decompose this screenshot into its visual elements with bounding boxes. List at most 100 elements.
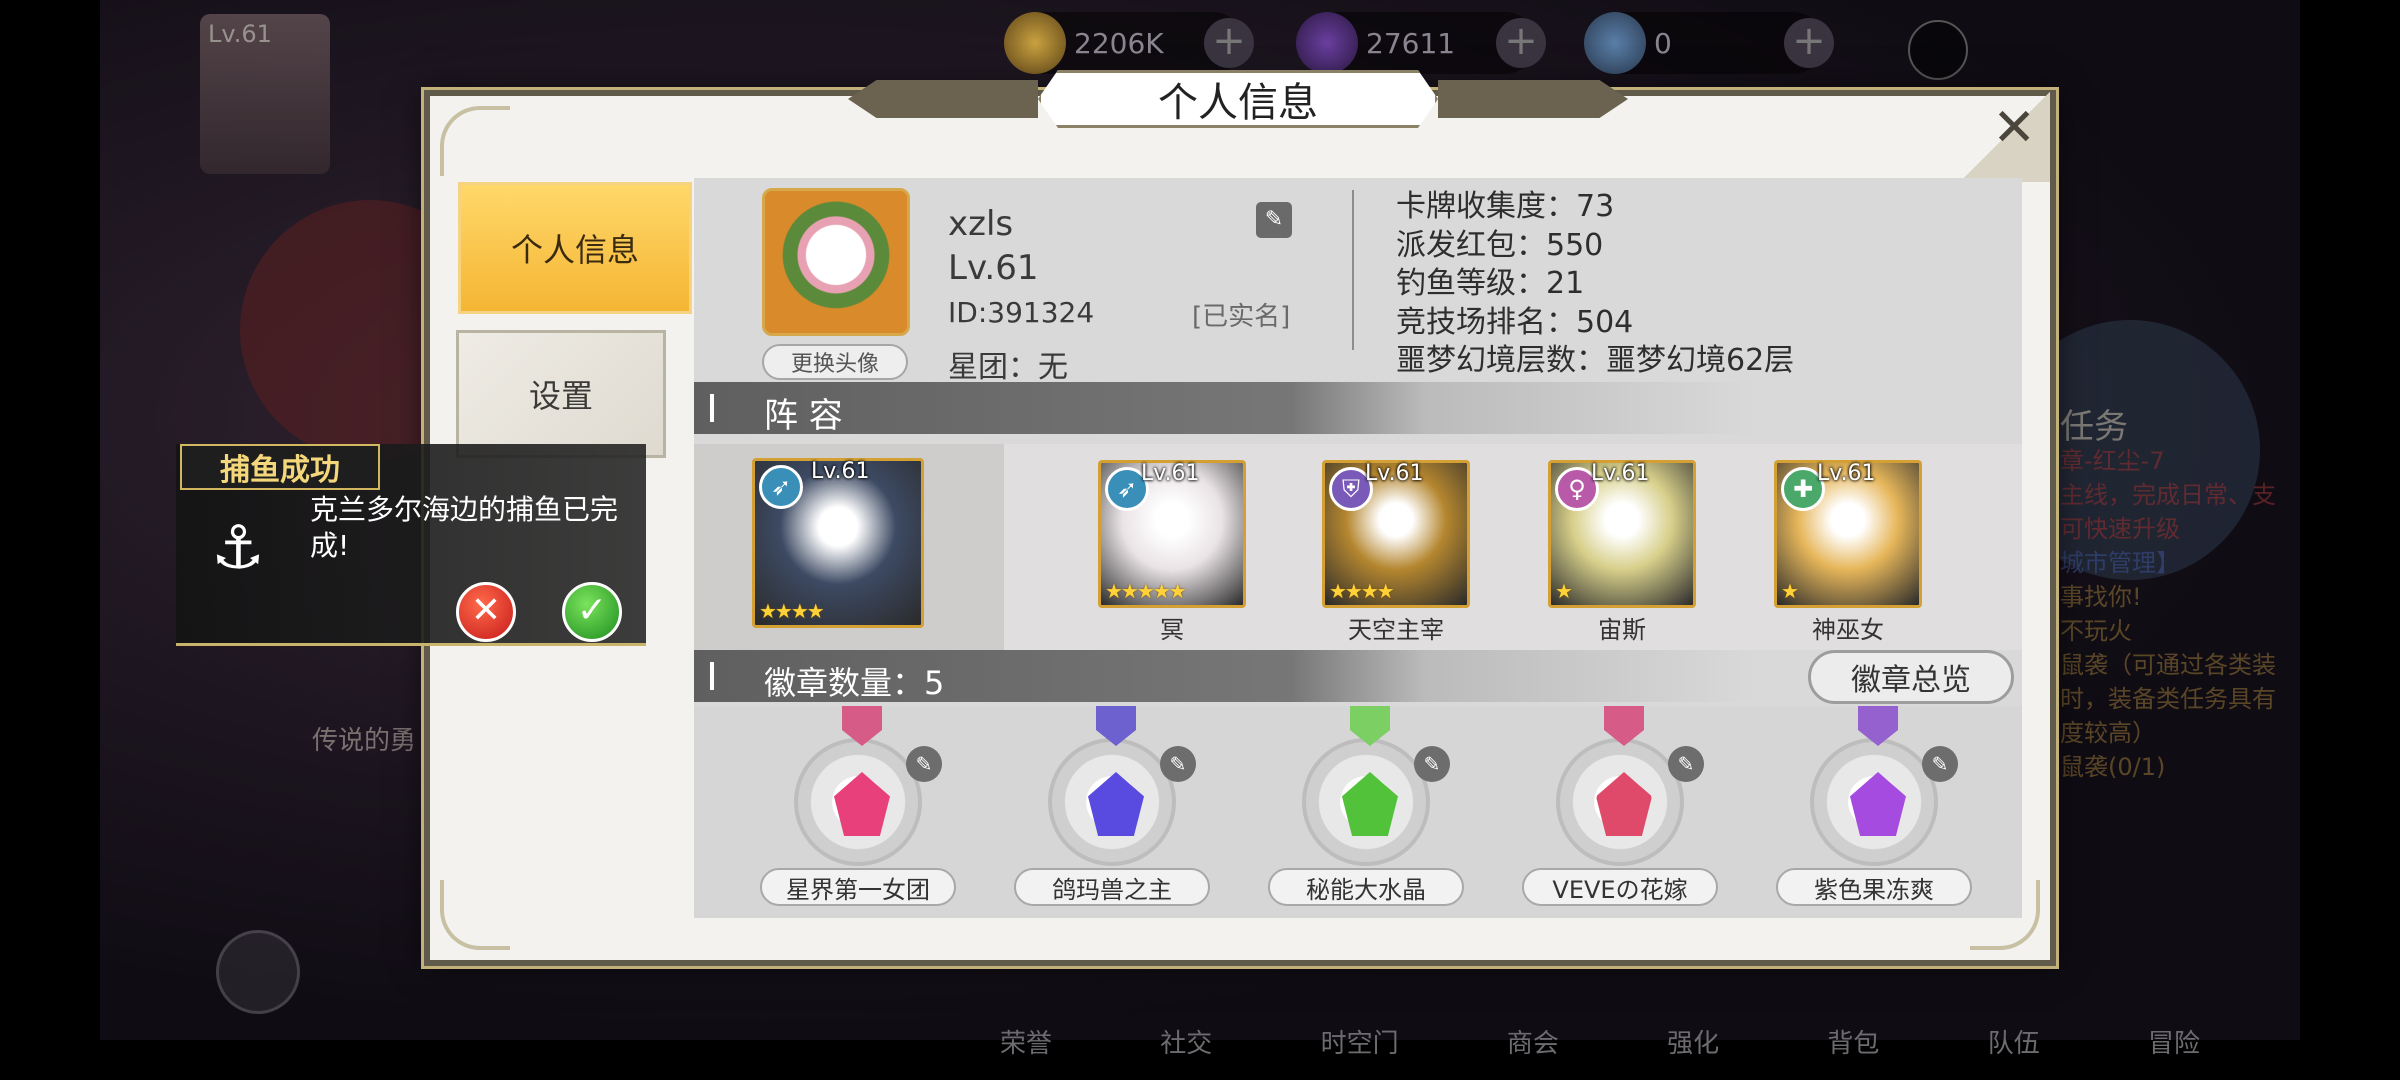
close-icon: ✕ <box>1992 98 2036 158</box>
nav-portal[interactable]: 时空门 <box>1321 1023 1399 1060</box>
change-avatar-button[interactable]: 更换头像 <box>762 344 908 380</box>
edit-badge-button[interactable]: ✎ <box>1922 746 1958 782</box>
bg-quest-line: 主线，完成日常、支 <box>2060 481 2276 509</box>
nav-adventure[interactable]: 冒险 <box>2148 1023 2200 1060</box>
heart-gem-icon <box>1596 772 1652 836</box>
alert-icon[interactable] <box>1908 20 1968 80</box>
chat-icon[interactable] <box>216 930 300 1014</box>
medal-ribbon <box>1858 706 1898 746</box>
hero-name: 神巫女 <box>1812 616 1884 644</box>
bg-quest-line: 城市管理】 <box>2060 549 2180 577</box>
badge-name: 秘能大水晶 <box>1268 868 1464 906</box>
hero-card[interactable]: ➶ Lv.61 ★★★★★ <box>1098 460 1246 608</box>
fishing-icon: ⚓ <box>211 513 265 583</box>
hero-name: 宙斯 <box>1598 616 1646 644</box>
frame-corner <box>440 106 510 176</box>
avatar[interactable] <box>762 188 910 336</box>
bg-story-text: 传说的勇 <box>312 726 417 756</box>
player-guild: 星团：无 <box>948 350 1068 385</box>
title-ornament <box>848 80 1038 118</box>
nav-social[interactable]: 社交 <box>1160 1023 1212 1060</box>
header-bar <box>710 394 714 422</box>
player-level: Lv.61 <box>948 248 1039 288</box>
bg-quest-line: 可快速升级 <box>2060 515 2180 543</box>
tab-profile[interactable]: 个人信息 <box>458 182 692 314</box>
bg-quest-line: 时，装备类任务具有 <box>2060 685 2276 713</box>
hero-stars: ★★★★ <box>759 599 825 623</box>
badge-overview-button[interactable]: 徽章总览 <box>1808 650 2014 704</box>
gem-value: 27611 <box>1366 26 1456 60</box>
badge-name: 星界第一女团 <box>760 868 956 906</box>
hero-card[interactable]: ⛨ Lv.61 ★★★★ <box>1322 460 1470 608</box>
edit-name-button[interactable]: ✎ <box>1256 202 1292 238</box>
hero-level: Lv.61 <box>1365 461 1424 486</box>
pencil-icon: ✎ <box>1264 207 1284 232</box>
stat-arena-rank: 竞技场排名：504 <box>1396 304 1634 340</box>
stat-card-collection: 卡牌收集度：73 <box>1396 189 1615 224</box>
hero-card[interactable]: ✚ Lv.61 ★ <box>1774 460 1922 608</box>
nav-guild[interactable]: 商会 <box>1507 1023 1559 1060</box>
edit-badge-button[interactable]: ✎ <box>1414 746 1450 782</box>
edit-badge-button[interactable]: ✎ <box>1160 746 1196 782</box>
badge-medal[interactable] <box>1556 706 1684 866</box>
bg-quest-title: 任务 <box>2060 407 2128 447</box>
close-button[interactable]: ✕ <box>1960 92 2050 182</box>
stat-nightmare-floor: 噩梦幻境层数：噩梦幻境62层 <box>1396 343 1795 378</box>
player-name: xzls <box>948 204 1014 244</box>
hero-stars: ★ <box>1781 579 1799 603</box>
hero-stars: ★★★★★ <box>1105 579 1187 603</box>
add-gold-button[interactable]: + <box>1204 18 1254 68</box>
hero-stars: ★★★★ <box>1329 579 1395 603</box>
confirm-button[interactable]: ✓ <box>562 582 622 642</box>
bg-quest-line: 不玩火 <box>2060 617 2132 645</box>
bg-quest-line: 章-红尘-7 <box>2060 447 2165 475</box>
hero-card[interactable]: ♀ Lv.61 ★ <box>1548 460 1696 608</box>
nav-honor[interactable]: 荣誉 <box>1000 1023 1052 1060</box>
hero-card[interactable]: ➶ Lv.61 ★★★★ <box>752 458 924 628</box>
nav-team[interactable]: 队伍 <box>1988 1023 2040 1060</box>
badge-medal[interactable] <box>1048 706 1176 866</box>
edit-badge-button[interactable]: ✎ <box>1668 746 1704 782</box>
badge-name: VEVEの花嫁 <box>1522 868 1718 906</box>
hero-level: Lv.61 <box>1141 461 1200 486</box>
medal-ribbon <box>1096 706 1136 746</box>
add-gem-button[interactable]: + <box>1496 18 1546 68</box>
badge-medal[interactable] <box>1810 706 1938 866</box>
header-bar <box>710 662 714 690</box>
dismiss-button[interactable]: ✕ <box>456 582 516 642</box>
stat-fishing-level: 钓鱼等级：21 <box>1396 266 1585 301</box>
player-stats: 卡牌收集度：73 派发红包：550 钓鱼等级：21 竞技场排名：504 噩梦幻境… <box>1396 188 1794 381</box>
bg-quest-line: 事找你! <box>2060 583 2142 611</box>
bg-quest-line: 鼠袭（可通过各类装 <box>2060 651 2276 679</box>
tab-settings[interactable]: 设置 <box>456 330 666 458</box>
player-avatar-hud[interactable]: Lv.61 <box>200 14 330 174</box>
crystal-gem-icon <box>1088 772 1144 836</box>
lineup-header: 阵 容 <box>694 382 2022 436</box>
hero-stars: ★ <box>1555 579 1573 603</box>
star-gem-icon <box>834 772 890 836</box>
badge-medal[interactable] <box>1302 706 1430 866</box>
badge-count: 徽章数量：5 <box>764 664 945 702</box>
hero-name: 冥 <box>1160 616 1184 644</box>
edit-badge-button[interactable]: ✎ <box>906 746 942 782</box>
medal-ribbon <box>842 706 882 746</box>
badge-name: 鸽玛兽之主 <box>1014 868 1210 906</box>
verified-status: [已实名] <box>1192 302 1291 332</box>
player-id: ID:391324 <box>948 296 1095 329</box>
bg-quest-line: 度较高） <box>2060 719 2156 747</box>
title-ornament <box>1438 80 1628 118</box>
nav-bag[interactable]: 背包 <box>1827 1023 1879 1060</box>
hero-level: Lv.61 <box>811 459 870 484</box>
gold-value: 2206K <box>1074 26 1164 60</box>
frame-corner <box>440 880 510 950</box>
medal-ribbon <box>1604 706 1644 746</box>
badge-name: 紫色果冻爽 <box>1776 868 1972 906</box>
badge-medal[interactable] <box>794 706 922 866</box>
nav-enhance[interactable]: 强化 <box>1667 1023 1719 1060</box>
lineup-title: 阵 容 <box>764 396 843 436</box>
stat-red-packets: 派发红包：550 <box>1396 227 1604 263</box>
divider <box>1352 190 1354 350</box>
add-third-currency-button[interactable]: + <box>1784 18 1834 68</box>
modal-title: 个人信息 <box>1038 70 1438 128</box>
third-currency-value: 0 <box>1654 26 1672 60</box>
